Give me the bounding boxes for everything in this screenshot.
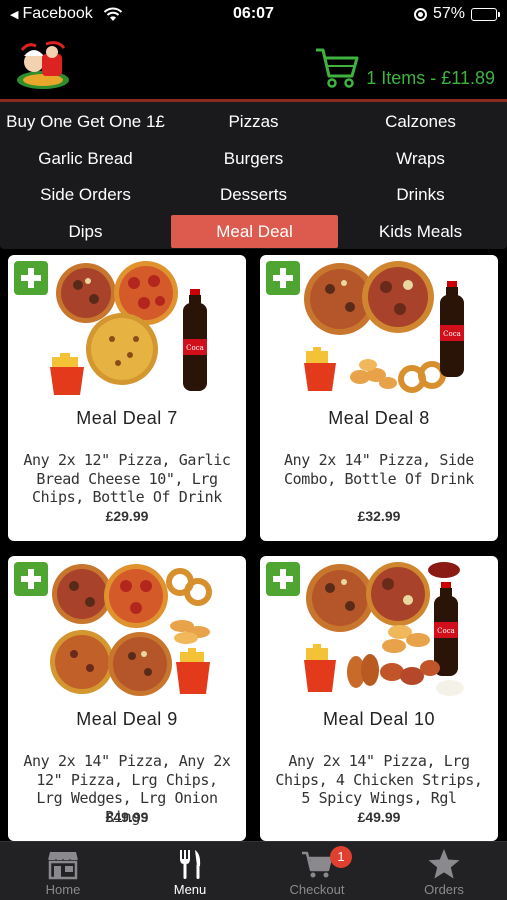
add-to-cart-button[interactable]: [14, 562, 48, 596]
restaurant-logo[interactable]: [14, 40, 72, 92]
cart-icon: [316, 48, 359, 88]
product-description: Any 2x 12" Pizza, Garlic Bread Cheese 10…: [23, 451, 231, 506]
meal-deal-photo: Coca: [304, 562, 464, 696]
cart-icon: [302, 851, 333, 878]
tab-orders-label: Orders: [424, 882, 464, 897]
status-right: 57%: [413, 5, 500, 23]
orientation-lock-icon: [413, 7, 427, 21]
add-to-cart-button[interactable]: [266, 261, 300, 295]
meal-deal-photo: [50, 564, 212, 696]
meal-deal-photo: Coca: [304, 261, 464, 393]
header-divider: [0, 99, 507, 102]
tab-orders[interactable]: Orders: [381, 842, 507, 900]
svg-text:Coca: Coca: [443, 330, 461, 338]
cart-count-badge: 1: [330, 846, 352, 868]
add-to-cart-button[interactable]: [266, 562, 300, 596]
cart-summary: 1 Items - £11.89: [366, 67, 495, 88]
tab-home-label: Home: [45, 882, 81, 897]
svg-text:Coca: Coca: [186, 344, 204, 352]
tab-checkout-label: Checkout: [289, 882, 345, 897]
product-name: Meal Deal 10: [322, 709, 436, 729]
product-name: Meal Deal 8: [328, 408, 430, 428]
product-card[interactable]: Coca Meal Deal 7 Any 2x 12" Pizza, Garli…: [8, 255, 246, 541]
product-card[interactable]: Coca Meal Deal 8 Any 2x 14" Pizza, Side …: [260, 255, 498, 541]
product-card[interactable]: Coca Meal Deal 10 Any 2x 14" Pizza, Lrg …: [260, 556, 498, 841]
cutlery-icon: [180, 850, 201, 879]
category-garlic-bread[interactable]: Garlic Bread: [2, 142, 169, 175]
add-to-cart-button[interactable]: [14, 261, 48, 295]
category-drinks[interactable]: Drinks: [337, 178, 504, 211]
meal-deal-photo: Coca: [50, 261, 207, 395]
app-header: 1 Items - £11.89: [0, 30, 507, 100]
category-kids-meals[interactable]: Kids Meals: [337, 215, 504, 248]
category-calzones[interactable]: Calzones: [337, 105, 504, 138]
tab-menu[interactable]: Menu: [127, 842, 253, 900]
product-price: £49.99: [105, 809, 149, 825]
product-description: Any 2x 14" Pizza, Side Combo, Bottle Of …: [284, 451, 474, 488]
category-menu: Buy One Get One 1£ Pizzas Calzones Garli…: [0, 99, 507, 249]
store-icon: [47, 852, 79, 880]
category-buy-one-get-one[interactable]: Buy One Get One 1£: [2, 105, 169, 138]
product-name: Meal Deal 7: [76, 408, 178, 428]
bottom-tab-bar: Home Menu 1 Checkout Orders: [0, 841, 507, 900]
category-wraps[interactable]: Wraps: [337, 142, 504, 175]
product-price: £49.99: [357, 809, 401, 825]
tab-checkout[interactable]: 1 Checkout: [254, 842, 380, 900]
category-meal-deal[interactable]: Meal Deal: [171, 215, 338, 248]
product-name: Meal Deal 9: [76, 709, 178, 729]
category-pizzas[interactable]: Pizzas: [170, 105, 337, 138]
battery-icon: [471, 7, 500, 21]
category-side-orders[interactable]: Side Orders: [2, 178, 169, 211]
product-price: £32.99: [357, 508, 401, 524]
battery-percent: 57%: [432, 5, 465, 22]
tab-menu-label: Menu: [173, 882, 207, 897]
product-price: £29.99: [105, 508, 149, 524]
star-icon: [428, 849, 460, 879]
header-cart[interactable]: 1 Items - £11.89: [314, 44, 495, 90]
category-dips[interactable]: Dips: [2, 215, 169, 248]
status-bar: ◀ Facebook 06:07 57%: [0, 0, 507, 30]
category-burgers[interactable]: Burgers: [170, 142, 337, 175]
product-description: Any 2x 14" Pizza, Lrg Chips, 4 Chicken S…: [275, 752, 483, 807]
category-desserts[interactable]: Desserts: [170, 178, 337, 211]
product-card[interactable]: Meal Deal 9 Any 2x 14" Pizza, Any 2x 12"…: [8, 556, 246, 841]
tab-home[interactable]: Home: [0, 842, 126, 900]
svg-text:Coca: Coca: [437, 627, 455, 635]
